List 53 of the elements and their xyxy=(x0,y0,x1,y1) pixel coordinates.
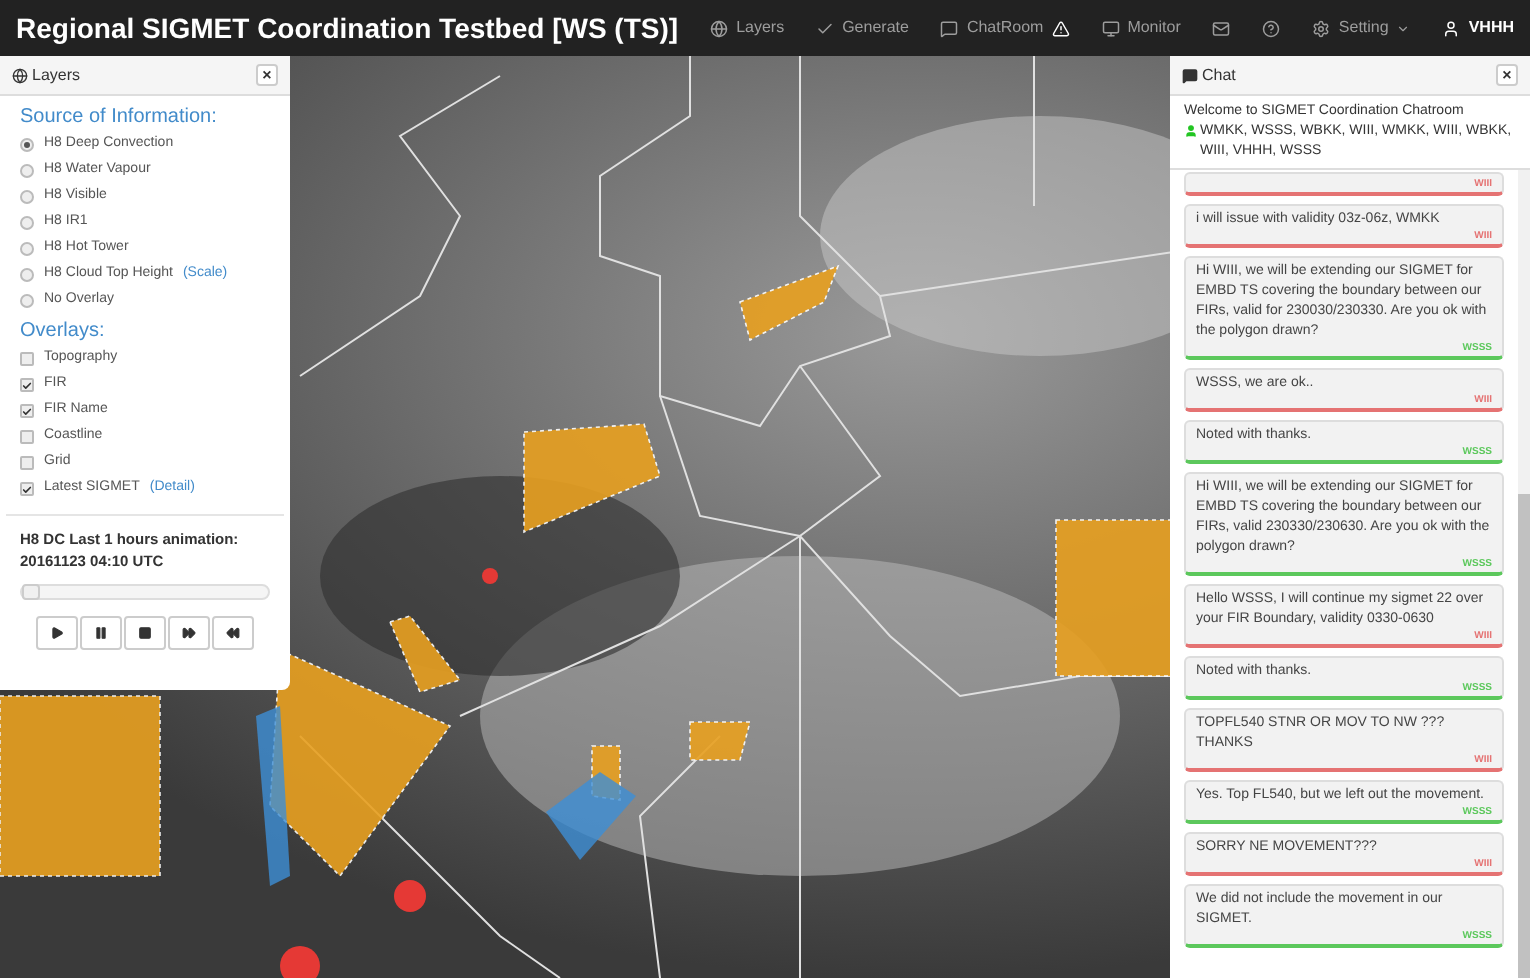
checkbox[interactable] xyxy=(20,378,34,392)
globe-icon xyxy=(710,19,729,37)
check-icon xyxy=(816,19,835,37)
stop-button[interactable] xyxy=(124,616,166,650)
pause-icon xyxy=(94,626,108,640)
envelope-icon xyxy=(1212,19,1231,37)
panel-title: Layers xyxy=(32,63,81,87)
nav-link[interactable]: ChatRoom xyxy=(940,16,1070,40)
settings-icon xyxy=(1312,19,1331,37)
nav-link[interactable]: Monitor xyxy=(1101,16,1181,40)
radio-button[interactable] xyxy=(20,164,34,178)
radio-button[interactable] xyxy=(20,268,34,282)
radio-button[interactable] xyxy=(20,242,34,256)
speech-bubble-icon xyxy=(1182,67,1198,83)
help-icon xyxy=(1262,19,1281,37)
checkbox[interactable] xyxy=(20,352,34,366)
app-title: Regional SIGMET Coordination Testbed [WS (TS)] xyxy=(16,9,679,48)
play-icon xyxy=(50,626,64,640)
close-button[interactable]: × xyxy=(256,64,278,86)
checkbox[interactable] xyxy=(20,482,34,496)
panel-title: Chat xyxy=(1202,63,1236,87)
nav-link[interactable]: Generate xyxy=(816,16,909,40)
checkbox[interactable] xyxy=(20,404,34,418)
radio-button[interactable] xyxy=(20,216,34,230)
radio-button[interactable] xyxy=(20,138,34,152)
nav-link[interactable]: Setting xyxy=(1312,16,1411,40)
rewind-button[interactable] xyxy=(212,616,254,650)
user-icon xyxy=(1184,124,1198,138)
mail-button[interactable] xyxy=(1212,19,1231,37)
nav-link[interactable]: VHHH xyxy=(1442,16,1514,40)
section-heading: Overlays: xyxy=(20,318,107,346)
user-icon xyxy=(1442,19,1461,37)
pause-button[interactable] xyxy=(80,616,122,650)
caret-icon xyxy=(1396,21,1411,35)
play-button[interactable] xyxy=(36,616,78,650)
globe-icon xyxy=(12,67,28,83)
rewind-icon xyxy=(226,626,240,640)
checkbox[interactable] xyxy=(20,430,34,444)
help-button[interactable] xyxy=(1262,19,1281,37)
fast-forward-icon xyxy=(182,626,196,640)
warning-icon xyxy=(1051,19,1070,37)
speech-bubble-icon xyxy=(940,19,959,37)
stop-icon xyxy=(138,626,152,640)
radio-button[interactable] xyxy=(20,294,34,308)
section-heading: Source of Information: xyxy=(20,104,219,132)
close-button[interactable]: × xyxy=(1496,64,1518,86)
slider-handle[interactable] xyxy=(22,584,40,600)
fast-forward-button[interactable] xyxy=(168,616,210,650)
nav-link[interactable]: Layers xyxy=(710,16,785,40)
radio-button[interactable] xyxy=(20,190,34,204)
monitor-icon xyxy=(1101,19,1120,37)
checkbox[interactable] xyxy=(20,456,34,470)
animation-slider[interactable] xyxy=(20,584,270,600)
